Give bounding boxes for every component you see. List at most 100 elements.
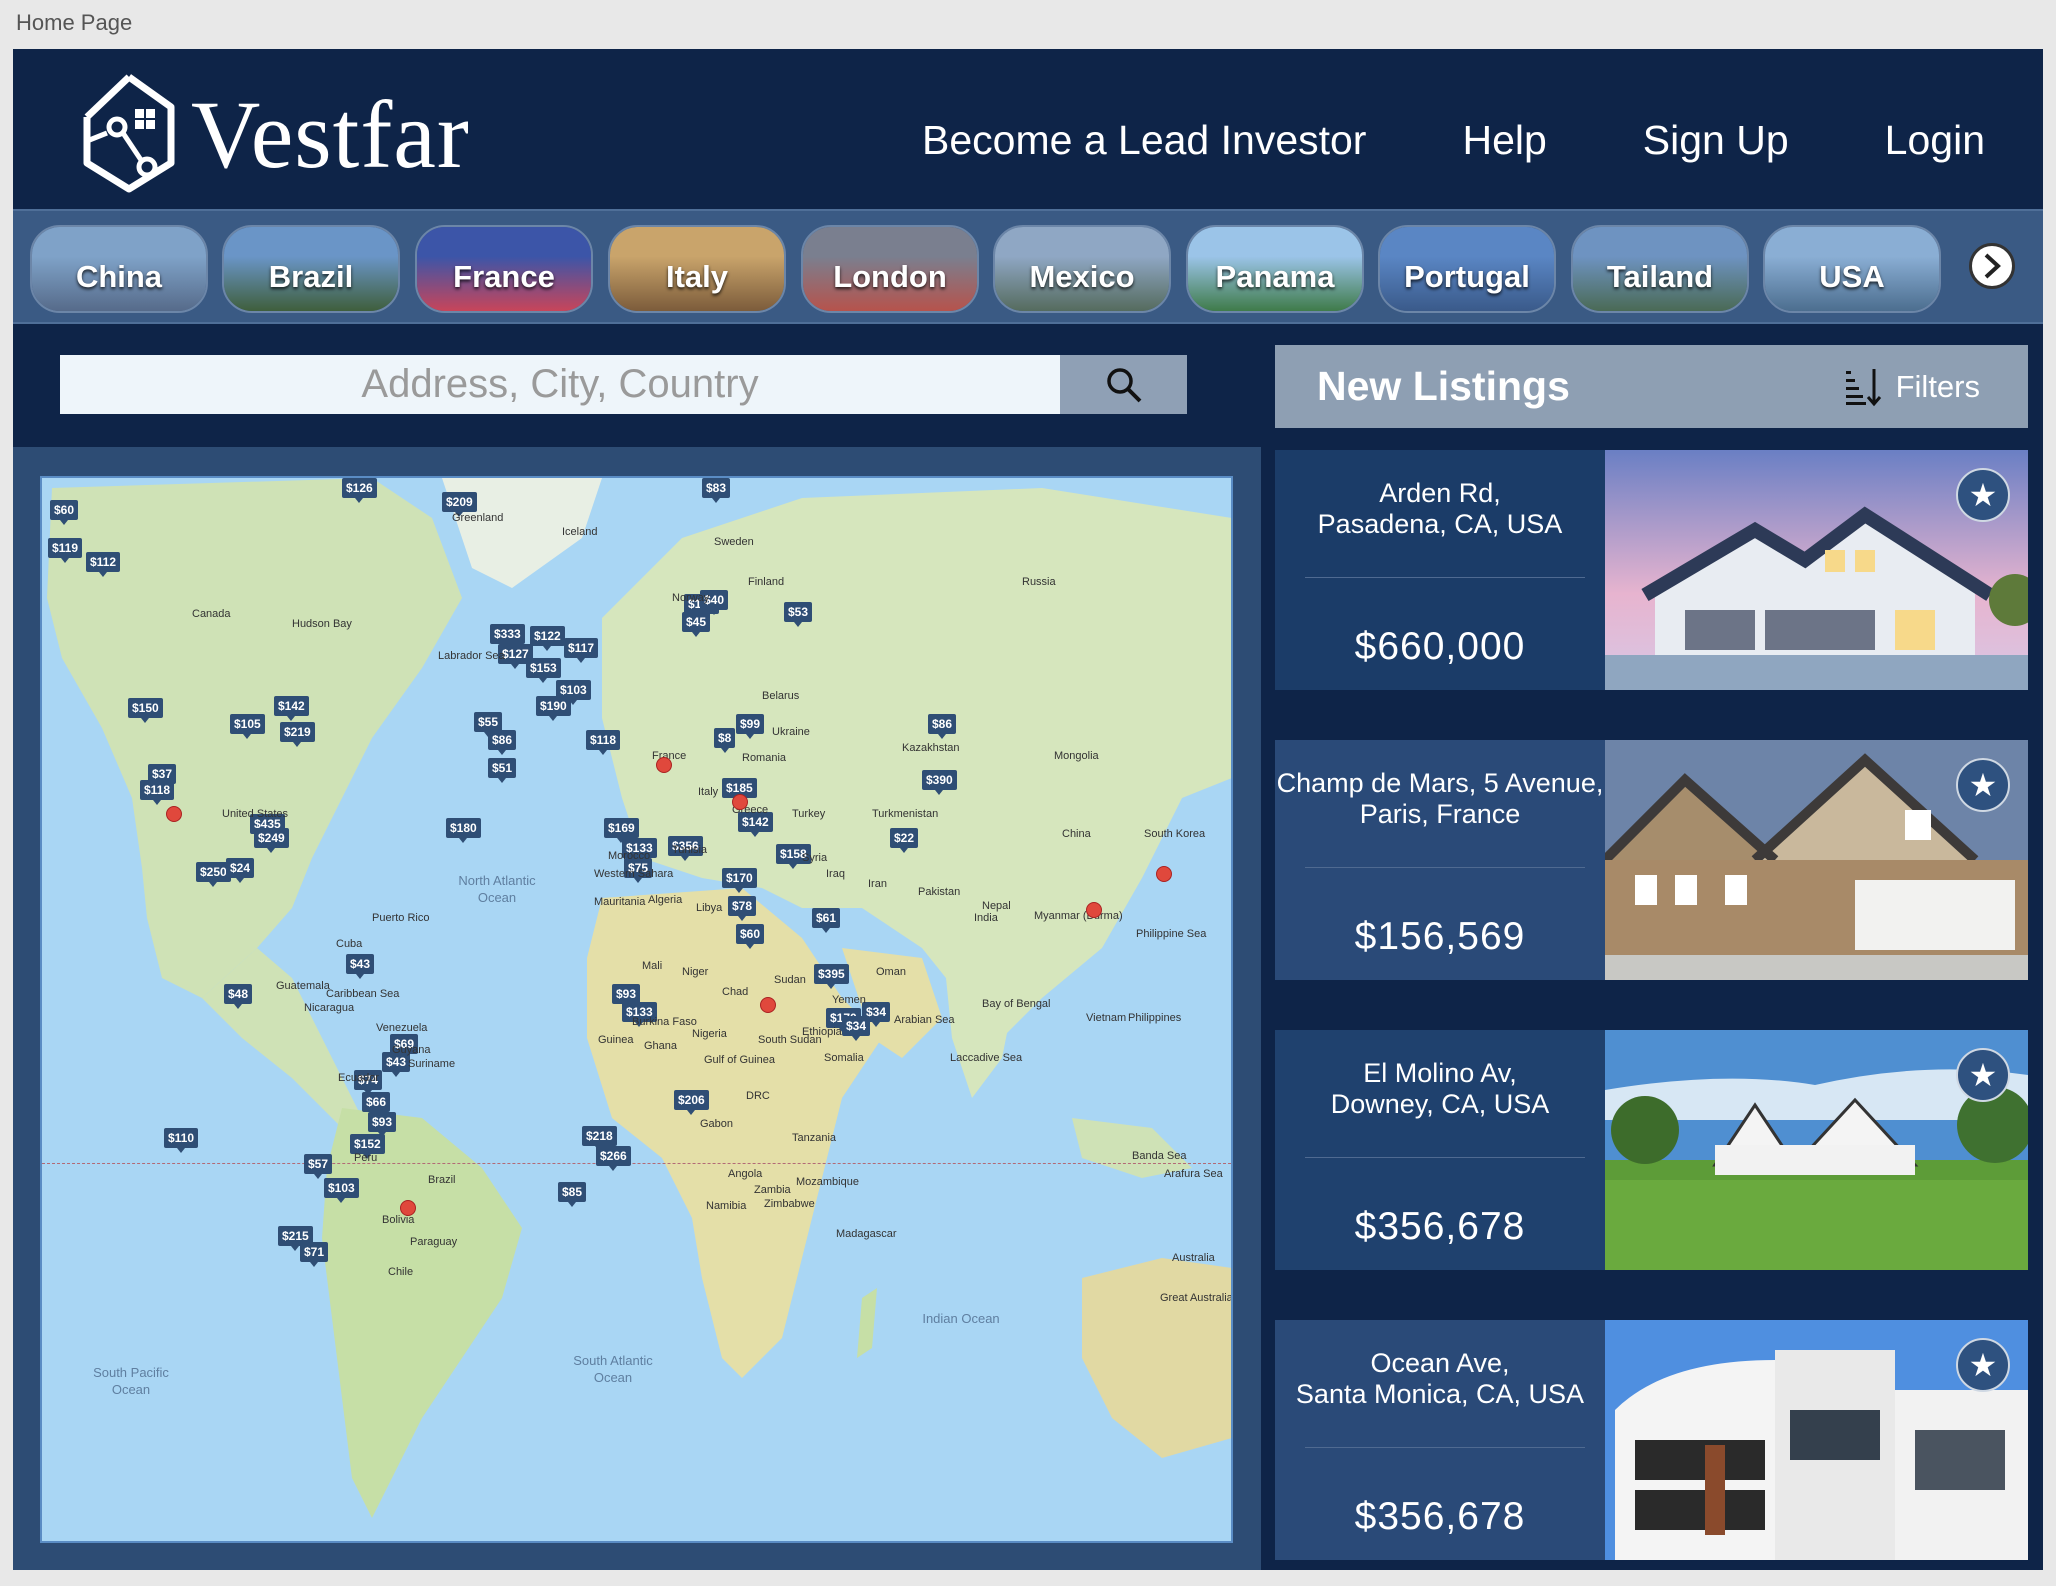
map-price-pin[interactable]: $122 (530, 626, 565, 651)
country-pill-italy[interactable]: Italy (608, 225, 786, 313)
map-location-marker[interactable] (656, 757, 672, 773)
country-pill-usa[interactable]: USA (1763, 225, 1941, 313)
map-price-pin[interactable]: $390 (922, 770, 957, 795)
map-price-pin[interactable]: $180 (446, 818, 481, 843)
favorite-star-button[interactable]: ★ (1956, 1048, 2010, 1102)
map-price-pin[interactable]: $99 (736, 714, 765, 739)
carousel-next-button[interactable] (1969, 243, 2015, 289)
map-price-pin[interactable]: $66 (362, 1092, 391, 1117)
nav-become-lead-investor[interactable]: Become a Lead Investor (922, 117, 1366, 164)
world-map[interactable]: $60 $119 $112 $126 $209 $83 $333 $122 $117 $127 $1… (40, 476, 1233, 1543)
map-price-pin[interactable]: $266 (596, 1146, 631, 1171)
favorite-star-button[interactable]: ★ (1956, 1338, 2010, 1392)
map-price-pin[interactable]: $78 (728, 896, 757, 921)
map-price-pin[interactable]: $57 (304, 1154, 333, 1179)
map-price-pin[interactable]: $61 (812, 908, 841, 933)
listing-info: Ocean Ave, Santa Monica, CA, USA $356,67… (1275, 1320, 1605, 1560)
map-price-pin[interactable]: $110 (164, 1128, 199, 1153)
star-icon: ★ (1968, 767, 1998, 803)
map-price-pin[interactable]: $48 (224, 984, 253, 1009)
favorite-star-button[interactable]: ★ (1956, 758, 2010, 812)
map-place-label: Hudson Bay (292, 618, 352, 630)
map-price-pin[interactable]: $152 (350, 1134, 385, 1159)
map-price-pin[interactable]: $395 (814, 964, 849, 989)
listing-price: $356,678 (1354, 1495, 1526, 1538)
map-price-pin[interactable]: $86 (928, 714, 957, 739)
nav-sign-up[interactable]: Sign Up (1643, 117, 1789, 164)
map-price-pin[interactable]: $60 (736, 924, 765, 949)
map-price-pin[interactable]: $71 (300, 1242, 329, 1267)
map-price-pin[interactable]: $85 (558, 1182, 587, 1207)
map-price-pin[interactable]: $142 (274, 696, 309, 721)
map-location-marker[interactable] (1086, 902, 1102, 918)
map-location-marker[interactable] (400, 1200, 416, 1216)
listing-photo[interactable]: ★ (1605, 450, 2028, 690)
map-price-pin[interactable]: $249 (254, 828, 289, 853)
country-pill-mexico[interactable]: Mexico (993, 225, 1171, 313)
map-price-pin[interactable]: $103 (324, 1178, 359, 1203)
map-price-pin[interactable]: $118 (586, 730, 621, 755)
map-price-pin[interactable]: $209 (442, 492, 477, 517)
map-place-label: Guatemala (276, 980, 330, 992)
map-price-pin[interactable]: $22 (890, 828, 919, 853)
nav-login[interactable]: Login (1885, 117, 1985, 164)
map-price-pin[interactable]: $333 (490, 624, 525, 649)
map-price-pin[interactable]: $219 (280, 722, 315, 747)
map-price-pin[interactable]: $170 (722, 868, 757, 893)
map-price-pin[interactable]: $206 (674, 1090, 709, 1115)
map-location-marker[interactable] (166, 806, 182, 822)
search-input[interactable] (60, 355, 1060, 414)
listing-photo[interactable]: ★ (1605, 1320, 2028, 1560)
listing-card[interactable]: Arden Rd, Pasadena, CA, USA $660,000 ★ (1275, 450, 2028, 690)
listing-card[interactable]: El Molino Av, Downey, CA, USA $356,678 ★ (1275, 1030, 2028, 1270)
map-price-pin[interactable]: $83 (702, 478, 731, 503)
map-price-pin[interactable]: $153 (526, 658, 561, 683)
filters-button[interactable]: Filters (1844, 367, 1980, 407)
map-location-marker[interactable] (1156, 866, 1172, 882)
country-pill-china[interactable]: China (30, 225, 208, 313)
map-price-pin[interactable]: $8 (714, 728, 736, 753)
map-location-marker[interactable] (732, 794, 748, 810)
map-price-pin[interactable]: $169 (604, 818, 639, 843)
map-place-label: Ghana (644, 1040, 678, 1052)
map-price-pin[interactable]: $218 (582, 1126, 617, 1151)
map-price-pin[interactable]: $60 (50, 500, 79, 525)
map-price-pin[interactable]: $53 (784, 602, 813, 627)
map-price-pin[interactable]: $34 (842, 1016, 871, 1041)
country-pill-london[interactable]: London (801, 225, 979, 313)
map-place-label: Iceland (562, 526, 598, 538)
nav-help[interactable]: Help (1462, 117, 1546, 164)
map-price-pin[interactable]: $119 (48, 538, 83, 563)
map-price-pin[interactable]: $150 (128, 698, 163, 723)
map-price-pin[interactable]: $190 (536, 696, 571, 721)
map-location-marker[interactable] (760, 997, 776, 1013)
listing-photo[interactable]: ★ (1605, 740, 2028, 980)
brand-logo[interactable]: Vestfar (77, 71, 470, 197)
map-price-pin[interactable]: $112 (86, 552, 121, 577)
map-price-pin[interactable]: $43 (346, 954, 375, 979)
country-pill-tailand[interactable]: Tailand (1571, 225, 1749, 313)
listing-card[interactable]: Ocean Ave, Santa Monica, CA, USA $356,67… (1275, 1320, 2028, 1560)
map-place-label: Chile (388, 1266, 414, 1278)
favorite-star-button[interactable]: ★ (1956, 468, 2010, 522)
country-pill-france[interactable]: France (415, 225, 593, 313)
country-pill-brazil[interactable]: Brazil (222, 225, 400, 313)
map-price-pin[interactable]: $51 (488, 758, 517, 783)
map-price-pin[interactable]: $126 (342, 478, 377, 503)
map-price-pin[interactable]: $93 (368, 1112, 397, 1137)
search-button[interactable] (1060, 355, 1187, 414)
map-price-pin[interactable]: $105 (230, 714, 265, 739)
map-price-pin[interactable]: $45 (682, 612, 711, 637)
map-price-pin[interactable]: $93 (612, 984, 641, 1009)
country-carousel: USA Tailand Portugal Panama Mexico London Ital… (13, 209, 2043, 324)
map-place-label: Sweden (714, 536, 754, 548)
listing-photo[interactable]: ★ (1605, 1030, 2028, 1270)
map-price-pin[interactable]: $117 (564, 638, 599, 663)
listing-card[interactable]: Champ de Mars, 5 Avenue, Paris, France $… (1275, 740, 2028, 980)
map-price-pin[interactable]: $118 (140, 780, 175, 805)
country-pill-portugal[interactable]: Portugal (1378, 225, 1556, 313)
map-price-pin[interactable]: $24 (226, 858, 255, 883)
country-pill-panama[interactable]: Panama (1186, 225, 1364, 313)
map-price-pin[interactable]: $55 (474, 712, 503, 737)
map-price-pin[interactable]: $86 (488, 730, 517, 755)
